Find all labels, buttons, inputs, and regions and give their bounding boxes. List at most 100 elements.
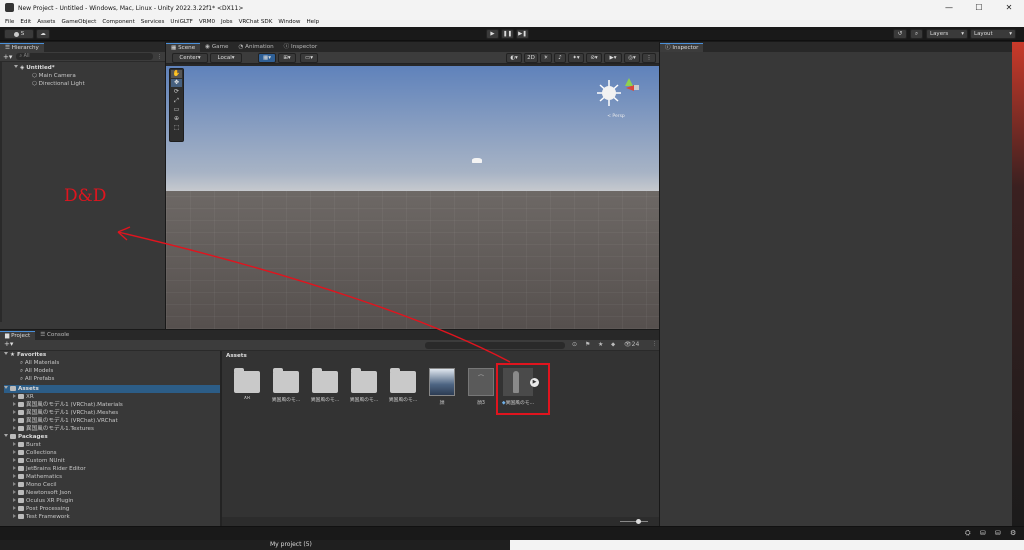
hierarchy-item-directional-light[interactable]: ⬡ Directional Light [14, 80, 165, 88]
package-item[interactable]: JetBrains Rider Editor [4, 465, 220, 473]
render-mode-icon[interactable]: ▭▾ [300, 53, 318, 63]
audio-icon[interactable]: ♪ [554, 53, 566, 63]
lighting-icon[interactable]: ☀ [540, 53, 552, 63]
menu-component[interactable]: Component [102, 19, 134, 25]
menu-file[interactable]: File [5, 19, 14, 25]
menu-services[interactable]: Services [141, 19, 165, 25]
custom-tool-icon[interactable]: ⬚ [171, 124, 182, 132]
fold-closed-icon[interactable] [13, 418, 16, 422]
status-icon[interactable]: ⚙ [1010, 529, 1016, 537]
fold-closed-icon[interactable] [13, 506, 16, 510]
fold-closed-icon[interactable] [13, 490, 16, 494]
package-item[interactable]: Burst [4, 441, 220, 449]
directional-light-gizmo-icon[interactable] [472, 158, 482, 163]
scene-orientation-gizmo[interactable]: < Persp [591, 76, 641, 120]
transform-tool-icon[interactable]: ⊕ [171, 115, 182, 123]
tab-scene[interactable]: ▦ Scene [166, 43, 201, 52]
package-item[interactable]: Test Framework [4, 513, 220, 521]
package-item[interactable]: Mono Cecil [4, 481, 220, 489]
fold-icon[interactable] [14, 65, 18, 68]
draw-mode-icon[interactable]: ◐▾ [506, 53, 522, 63]
fold-closed-icon[interactable] [13, 466, 16, 470]
pivot-dropdown[interactable]: Center ▾ [172, 53, 208, 63]
minimize-icon[interactable]: — [934, 0, 964, 16]
hidden-packages-icon[interactable]: 👁24 [624, 341, 639, 348]
asset-folder[interactable]: 異国風のモ... [268, 368, 304, 403]
add-button[interactable]: +▾ [3, 53, 12, 61]
menu-gameobject[interactable]: GameObject [61, 19, 96, 25]
assets-tree-item[interactable]: 異国風のモデル1.Textures [4, 425, 220, 433]
snap-increment-icon[interactable]: ⊞▾ [278, 53, 296, 63]
package-item[interactable]: Collections [4, 449, 220, 457]
fold-icon[interactable] [4, 386, 8, 389]
rotate-tool-icon[interactable]: ⟳ [171, 88, 182, 96]
grid-snap-icon[interactable]: ▦▾ [258, 53, 276, 63]
save-search-icon[interactable]: ★ [598, 341, 603, 348]
tab-animation[interactable]: ◔ Animation [233, 43, 278, 52]
menu-help[interactable]: Help [306, 19, 319, 25]
asset-folder[interactable]: 異国風のモ... [385, 368, 421, 403]
menu-assets[interactable]: Assets [37, 19, 55, 25]
tab-game[interactable]: ◉ Game [200, 43, 233, 52]
slider-handle[interactable] [636, 519, 641, 524]
tab-project[interactable]: ▆ Project [0, 331, 36, 340]
package-item[interactable]: Post Processing [4, 505, 220, 513]
asset-texture-face[interactable]: 顔 [424, 368, 460, 406]
tab-console[interactable]: ☰ Console [35, 331, 74, 340]
package-item[interactable]: Newtonsoft Json [4, 489, 220, 497]
menu-unigltf[interactable]: UniGLTF [170, 19, 193, 25]
toggle-2d-button[interactable]: 2D [524, 53, 538, 63]
hierarchy-search-input[interactable]: ⌕ All [16, 53, 153, 60]
pause-icon[interactable]: ❚❚ [501, 29, 514, 39]
tab-inspector[interactable]: ⓘ Inspector [660, 43, 704, 52]
search-by-type-icon[interactable]: ⊙ [572, 341, 577, 348]
asset-texture-face3[interactable]: ⌒ 顔3 [463, 368, 499, 406]
fold-icon[interactable] [4, 352, 8, 355]
search-icon[interactable]: ⌕ [910, 29, 923, 39]
fold-closed-icon[interactable] [13, 514, 16, 518]
scene-camera-icon[interactable]: ▶▾ [604, 53, 622, 63]
assets-root-row[interactable]: Assets [4, 385, 220, 393]
gizmos-icon[interactable]: ◎▾ [624, 53, 640, 63]
menu-vrm0[interactable]: VRM0 [199, 19, 215, 25]
tab-inspector-secondary[interactable]: ⓘ Inspector [279, 43, 322, 52]
menu-window[interactable]: Window [278, 19, 300, 25]
perspective-label[interactable]: < Persp [591, 114, 641, 119]
asset-folder[interactable]: 異国風のモ... [346, 368, 382, 403]
layout-dropdown[interactable]: Layout ▾ [970, 29, 1016, 39]
maximize-icon[interactable]: ☐ [964, 0, 994, 16]
tab-hierarchy[interactable]: ☰ Hierarchy [0, 43, 44, 52]
search-by-label-icon[interactable]: ⚑ [585, 341, 590, 348]
add-asset-button[interactable]: +▾ [4, 340, 13, 348]
package-item[interactable]: Oculus XR Plugin [4, 497, 220, 505]
hand-tool-icon[interactable]: ✋ [171, 70, 182, 78]
move-tool-icon[interactable]: ✥ [171, 79, 182, 87]
status-icon[interactable]: ⛭ [965, 529, 971, 538]
hierarchy-item-main-camera[interactable]: ⬡ Main Camera [14, 72, 165, 80]
asset-folder[interactable]: 異国風のモ... [307, 368, 343, 403]
fold-closed-icon[interactable] [13, 458, 16, 462]
status-icon[interactable]: ⛁ [980, 529, 986, 537]
assets-tree-item[interactable]: XR [4, 393, 220, 401]
menu-edit[interactable]: Edit [20, 19, 31, 25]
close-icon[interactable]: ✕ [994, 0, 1024, 16]
packages-root-row[interactable]: Packages [4, 433, 220, 441]
menu-vrchat-sdk[interactable]: VRChat SDK [239, 19, 273, 25]
more-options-icon[interactable]: ⋮ [652, 341, 657, 347]
package-item[interactable]: Custom NUnit [4, 457, 220, 465]
account-button[interactable]: S [4, 29, 34, 39]
package-search-icon[interactable]: ⬥ [611, 341, 615, 349]
hidden-objects-icon[interactable]: ⊘▾ [586, 53, 602, 63]
effects-icon[interactable]: ✦▾ [568, 53, 584, 63]
favorite-item[interactable]: ⌕ All Prefabs [4, 375, 220, 383]
play-icon[interactable]: ▶ [486, 29, 499, 39]
fold-closed-icon[interactable] [13, 474, 16, 478]
thumbnail-size-slider[interactable] [620, 521, 648, 522]
asset-folder-xr[interactable]: XR [229, 368, 265, 401]
fold-icon[interactable] [4, 434, 8, 437]
scene-menu-icon[interactable]: ⋮ [642, 53, 656, 63]
more-options-icon[interactable]: ⋮ [157, 54, 162, 60]
layers-dropdown[interactable]: Layers ▾ [926, 29, 968, 39]
status-icon[interactable]: ⛁ [995, 529, 1001, 537]
fold-closed-icon[interactable] [13, 442, 16, 446]
